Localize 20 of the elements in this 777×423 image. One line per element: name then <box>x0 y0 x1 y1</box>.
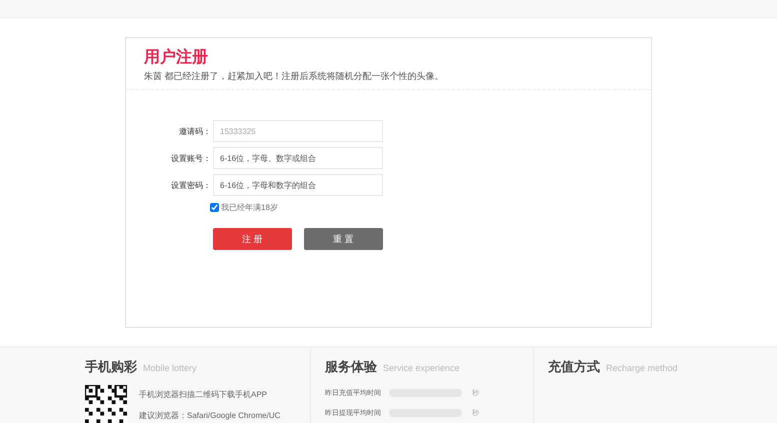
section-title: 充值方式 <box>548 358 600 376</box>
section-subtitle: Recharge method <box>606 363 678 373</box>
field-label: 邀请码： <box>178 126 211 136</box>
input-field[interactable]: 15333325 <box>213 120 383 142</box>
input-field[interactable]: 6-16位，字母和数字的组合 <box>213 174 383 196</box>
reset-button[interactable]: 重 置 <box>304 228 383 250</box>
section-subtitle: Mobile lottery <box>143 363 197 373</box>
age-checkbox[interactable] <box>210 203 219 212</box>
page-title: 用户注册 <box>144 48 209 68</box>
info-text: 手机浏览器扫描二维码下载手机APP <box>139 389 268 400</box>
section-title: 手机购彩 <box>85 358 137 376</box>
field-label: 设置密码： <box>170 180 211 190</box>
section-subtitle: Service experience <box>383 363 460 373</box>
section-title: 服务体验 <box>325 358 377 376</box>
checkbox-label: 我已经年满18岁 <box>221 202 278 213</box>
info-text: 建议浏览器：Safari/Google Chrome/UC <box>139 410 280 421</box>
input-field[interactable]: 6-16位，字母、数字或组合 <box>213 147 383 169</box>
register-button[interactable]: 注 册 <box>213 228 292 250</box>
subtitle-text: 朱茵 都已经注册了，赶紧加入吧！注册后系统将随机分配一张个性的头像。 <box>144 70 445 83</box>
field-label: 设置账号： <box>170 152 211 164</box>
